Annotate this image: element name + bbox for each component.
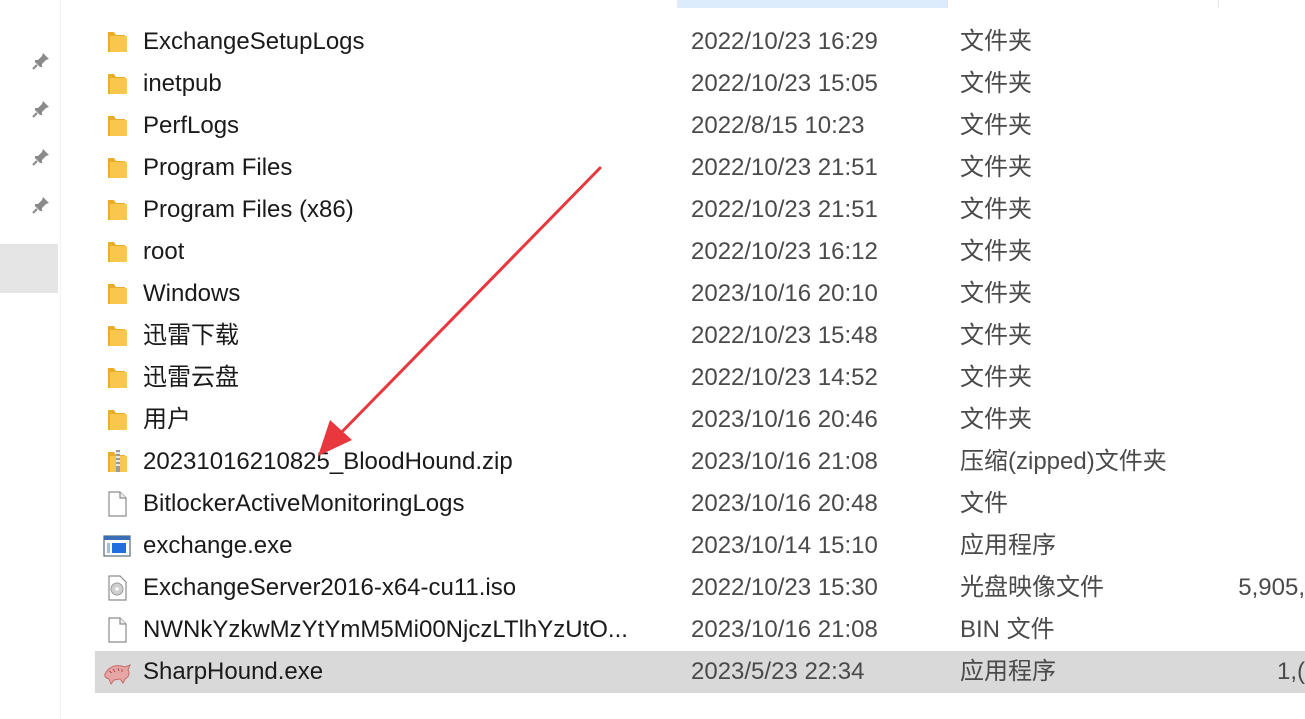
folder-icon xyxy=(103,196,131,224)
file-type: 文件夹 xyxy=(960,112,1032,139)
file-name: ExchangeSetupLogs xyxy=(143,28,365,55)
file-type: 文件 xyxy=(960,490,1008,517)
file-name: Program Files (x86) xyxy=(143,196,354,223)
file-type: 文件夹 xyxy=(960,364,1032,391)
column-header-type[interactable] xyxy=(947,0,1219,8)
exe-window-icon xyxy=(103,532,131,560)
file-date-modified: 2022/10/23 16:29 xyxy=(691,28,878,55)
folder-icon xyxy=(103,406,131,434)
file-date-modified: 2023/10/16 21:08 xyxy=(691,448,878,475)
file-name: SharpHound.exe xyxy=(143,658,324,685)
file-date-modified: 2022/10/23 21:51 xyxy=(691,154,878,181)
file-row[interactable]: ExchangeSetupLogs 2022/10/23 16:29 文件夹 xyxy=(95,21,1305,63)
pin-icon[interactable] xyxy=(31,99,51,119)
folder-icon xyxy=(103,28,131,56)
folder-icon xyxy=(103,280,131,308)
column-header-date[interactable] xyxy=(677,0,947,8)
disc-image-icon xyxy=(103,574,131,602)
file-date-modified: 2023/10/16 20:10 xyxy=(691,280,878,307)
file-type: 光盘映像文件 xyxy=(960,574,1104,601)
file-type: 文件夹 xyxy=(960,70,1032,97)
file-row[interactable]: 迅雷云盘 2022/10/23 14:52 文件夹 xyxy=(95,357,1305,399)
file-row[interactable]: BitlockerActiveMonitoringLogs 2023/10/16 … xyxy=(95,483,1305,525)
file-row[interactable]: Program Files 2022/10/23 21:51 文件夹 xyxy=(95,147,1305,189)
file-name: 迅雷云盘 xyxy=(143,364,239,391)
file-row[interactable]: 20231016210825_BloodHound.zip 2023/10/16 … xyxy=(95,441,1305,483)
file-name: ExchangeServer2016-x64-cu11.iso xyxy=(143,574,517,601)
file-date-modified: 2023/10/16 21:08 xyxy=(691,616,878,643)
file-row[interactable]: Windows 2023/10/16 20:10 文件夹 xyxy=(95,273,1305,315)
file-type: 应用程序 xyxy=(960,658,1056,685)
file-date-modified: 2022/10/23 14:52 xyxy=(691,364,878,391)
folder-icon xyxy=(103,364,131,392)
file-row[interactable]: NWNkYzkwMzYtYmM5Mi00NjczLTlhYzUtO... 2023… xyxy=(95,609,1305,651)
file-date-modified: 2022/10/23 16:12 xyxy=(691,238,878,265)
file-type: 压缩(zipped)文件夹 xyxy=(960,448,1167,475)
sharphound-icon xyxy=(103,658,131,686)
file-type: 文件夹 xyxy=(960,280,1032,307)
file-name: inetpub xyxy=(143,70,222,97)
file-icon xyxy=(103,490,131,518)
file-type: 文件夹 xyxy=(960,322,1032,349)
pin-icon[interactable] xyxy=(31,51,51,71)
file-name: BitlockerActiveMonitoringLogs xyxy=(143,490,465,517)
pin-icon[interactable] xyxy=(31,195,51,215)
file-name: root xyxy=(143,238,185,265)
file-name: NWNkYzkwMzYtYmM5Mi00NjczLTlhYzUtO... xyxy=(143,616,628,643)
file-type: 文件夹 xyxy=(960,28,1032,55)
folder-icon xyxy=(103,154,131,182)
file-row[interactable]: 迅雷下载 2022/10/23 15:48 文件夹 xyxy=(95,315,1305,357)
file-type: BIN 文件 xyxy=(960,616,1055,643)
file-row[interactable]: Program Files (x86) 2022/10/23 21:51 文件夹 xyxy=(95,189,1305,231)
file-date-modified: 2022/10/23 21:51 xyxy=(691,196,878,223)
file-type: 文件夹 xyxy=(960,196,1032,223)
file-row[interactable]: PerfLogs 2022/8/15 10:23 文件夹 xyxy=(95,105,1305,147)
file-date-modified: 2023/10/16 20:46 xyxy=(691,406,878,433)
file-name: 20231016210825_BloodHound.zip xyxy=(143,448,513,475)
file-date-modified: 2022/10/23 15:05 xyxy=(691,70,878,97)
file-row[interactable]: ExchangeServer2016-x64-cu11.iso 2022/10/2… xyxy=(95,567,1305,609)
file-date-modified: 2023/10/14 15:10 xyxy=(691,532,878,559)
file-icon xyxy=(103,616,131,644)
file-name: PerfLogs xyxy=(143,112,240,139)
file-name: 用户 xyxy=(143,406,191,433)
file-date-modified: 2023/10/16 20:48 xyxy=(691,490,878,517)
file-row[interactable]: exchange.exe 2023/10/14 15:10 应用程序 xyxy=(95,525,1305,567)
file-row[interactable]: inetpub 2022/10/23 15:05 文件夹 xyxy=(95,63,1305,105)
folder-icon xyxy=(103,112,131,140)
file-type: 文件夹 xyxy=(960,406,1032,433)
file-type: 文件夹 xyxy=(960,154,1032,181)
file-date-modified: 2022/10/23 15:30 xyxy=(691,574,878,601)
file-name: Windows xyxy=(143,280,241,307)
file-name: exchange.exe xyxy=(143,532,293,559)
file-row[interactable]: SharpHound.exe 2023/5/23 22:34 应用程序 1,( xyxy=(95,651,1305,693)
file-date-modified: 2022/10/23 15:48 xyxy=(691,322,878,349)
zip-folder-icon xyxy=(103,448,131,476)
file-type: 文件夹 xyxy=(960,238,1032,265)
folder-icon xyxy=(103,322,131,350)
folder-icon xyxy=(103,70,131,98)
navigation-pane xyxy=(0,0,61,719)
file-row[interactable]: root 2022/10/23 16:12 文件夹 xyxy=(95,231,1305,273)
file-size: 1,( xyxy=(1276,658,1305,685)
file-date-modified: 2023/5/23 22:34 xyxy=(691,658,865,685)
file-date-modified: 2022/8/15 10:23 xyxy=(691,112,865,139)
file-type: 应用程序 xyxy=(960,532,1056,559)
pin-icon[interactable] xyxy=(31,147,51,167)
file-name: Program Files xyxy=(143,154,293,181)
file-row[interactable]: 用户 2023/10/16 20:46 文件夹 xyxy=(95,399,1305,441)
file-name: 迅雷下载 xyxy=(143,322,239,349)
file-list: ExchangeSetupLogs 2022/10/23 16:29 文件夹 inet… xyxy=(95,21,1305,693)
file-size: 5,905, xyxy=(1238,574,1305,601)
nav-selected-item[interactable] xyxy=(0,244,58,293)
folder-icon xyxy=(103,238,131,266)
